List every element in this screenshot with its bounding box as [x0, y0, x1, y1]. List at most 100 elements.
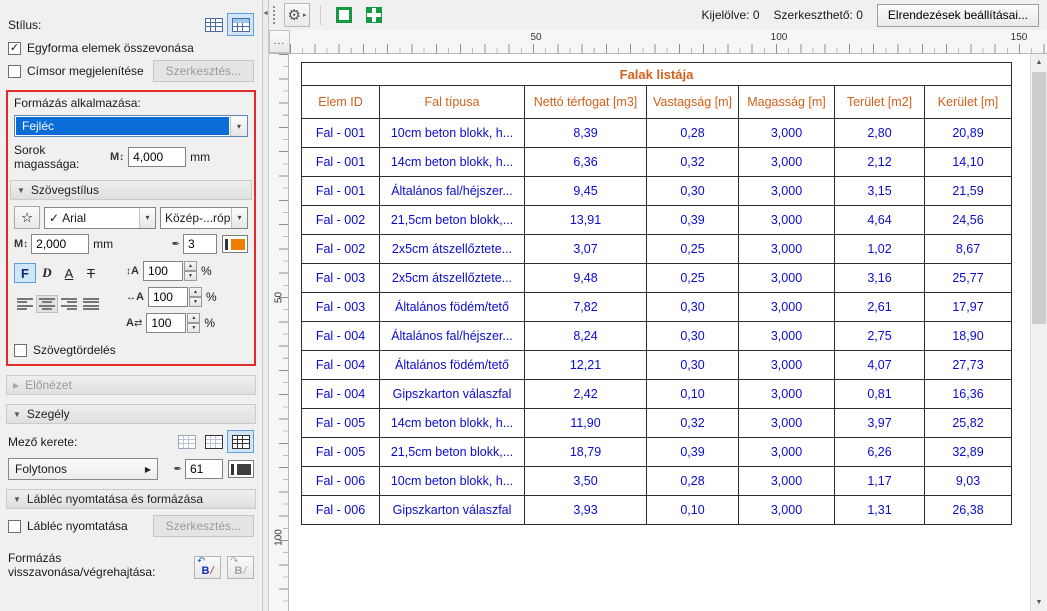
vertical-scrollbar[interactable]: ▲ ▼: [1030, 54, 1047, 611]
table-cell[interactable]: 0,30: [647, 177, 739, 206]
border-section-bar[interactable]: ▼ Szegély: [6, 404, 256, 424]
table-cell[interactable]: 25,77: [925, 264, 1012, 293]
table-cell[interactable]: 17,97: [925, 293, 1012, 322]
align-center-button[interactable]: [36, 295, 58, 313]
table-frame-tool-button[interactable]: [331, 3, 357, 27]
table-cell[interactable]: Fal - 003: [302, 264, 380, 293]
spacing-factor-stepper[interactable]: ▲▼: [187, 313, 200, 333]
table-cell[interactable]: Fal - 005: [302, 438, 380, 467]
footer-section-bar[interactable]: ▼ Lábléc nyomtatása és formázása: [6, 489, 256, 509]
table-cell[interactable]: 3,50: [525, 467, 647, 496]
table-cell[interactable]: 9,48: [525, 264, 647, 293]
table-cell[interactable]: 3,000: [739, 438, 835, 467]
chevron-down-icon[interactable]: ▾: [231, 208, 247, 228]
title-checkbox[interactable]: [8, 65, 21, 78]
table-cell[interactable]: Fal - 005: [302, 409, 380, 438]
align-left-button[interactable]: [14, 295, 36, 313]
table-cell[interactable]: 21,5cm beton blokk,...: [380, 206, 525, 235]
border-pen-input[interactable]: [185, 459, 223, 479]
table-cell[interactable]: 8,39: [525, 119, 647, 148]
spin-down-icon[interactable]: ▼: [184, 271, 197, 281]
table-cell[interactable]: 14cm beton blokk, h...: [380, 148, 525, 177]
table-cell[interactable]: 14,10: [925, 148, 1012, 177]
table-cell[interactable]: 4,64: [835, 206, 925, 235]
column-header[interactable]: Kerület [m]: [925, 86, 1012, 119]
table-cell[interactable]: Általános födém/tető: [380, 293, 525, 322]
column-header[interactable]: Nettó térfogat [m3]: [525, 86, 647, 119]
underline-button[interactable]: A: [58, 263, 80, 283]
table-cell[interactable]: 3,000: [739, 351, 835, 380]
table-cell[interactable]: 26,38: [925, 496, 1012, 525]
line-type-dropdown[interactable]: Folytonos ▶: [8, 458, 158, 480]
table-cell[interactable]: Fal - 004: [302, 322, 380, 351]
table-cell[interactable]: 3,93: [525, 496, 647, 525]
settings-dropdown-button[interactable]: ⚙ ▸: [284, 3, 310, 27]
footer-checkbox[interactable]: [8, 520, 21, 533]
textstyle-section-bar[interactable]: ▼ Szövegstílus: [10, 180, 252, 200]
table-cell[interactable]: 3,07: [525, 235, 647, 264]
table-cell[interactable]: 8,24: [525, 322, 647, 351]
table-cell[interactable]: Fal - 001: [302, 119, 380, 148]
line-spacing-stepper[interactable]: ▲▼: [184, 261, 197, 281]
table-cell[interactable]: 0,30: [647, 351, 739, 380]
table-cell[interactable]: 13,91: [525, 206, 647, 235]
table-cell[interactable]: 7,82: [525, 293, 647, 322]
column-header[interactable]: Vastagság [m]: [647, 86, 739, 119]
italic-button[interactable]: D: [36, 263, 58, 283]
table-cell[interactable]: 3,15: [835, 177, 925, 206]
table-cell[interactable]: Fal - 001: [302, 148, 380, 177]
table-cell[interactable]: 10cm beton blokk, h...: [380, 467, 525, 496]
column-header[interactable]: Terület [m2]: [835, 86, 925, 119]
table-cell[interactable]: 3,000: [739, 264, 835, 293]
merge-checkbox[interactable]: ✓: [8, 42, 21, 55]
table-cell[interactable]: 3,000: [739, 206, 835, 235]
table-cell[interactable]: 2,75: [835, 322, 925, 351]
formatting-target-select[interactable]: Fejléc ▾: [14, 115, 248, 137]
border-pen-color-swatch[interactable]: [228, 460, 254, 478]
column-header[interactable]: Magasság [m]: [739, 86, 835, 119]
table-cell[interactable]: Fal - 004: [302, 380, 380, 409]
column-header[interactable]: Elem ID: [302, 86, 380, 119]
table-cell[interactable]: 3,97: [835, 409, 925, 438]
table-cell[interactable]: Fal - 006: [302, 496, 380, 525]
table-cell[interactable]: 3,000: [739, 322, 835, 351]
table-cell[interactable]: 0,30: [647, 293, 739, 322]
scroll-down-icon[interactable]: ▼: [1031, 594, 1047, 611]
table-cell[interactable]: Fal - 003: [302, 293, 380, 322]
table-cell[interactable]: 0,39: [647, 206, 739, 235]
undo-format-button[interactable]: ↶ B /: [194, 556, 221, 579]
table-cell[interactable]: 1,17: [835, 467, 925, 496]
table-cell[interactable]: 0,30: [647, 322, 739, 351]
table-cell[interactable]: 8,67: [925, 235, 1012, 264]
table-cell[interactable]: 3,000: [739, 380, 835, 409]
align-right-button[interactable]: [58, 295, 80, 313]
table-cell[interactable]: 0,32: [647, 148, 739, 177]
table-cell[interactable]: 0,28: [647, 119, 739, 148]
table-cell[interactable]: 2,12: [835, 148, 925, 177]
table-cell[interactable]: 16,36: [925, 380, 1012, 409]
line-spacing-input[interactable]: [143, 261, 183, 281]
table-cell[interactable]: 18,90: [925, 322, 1012, 351]
table-cell[interactable]: 9,03: [925, 467, 1012, 496]
table-cell[interactable]: 0,10: [647, 496, 739, 525]
scrollbar-thumb[interactable]: [1032, 72, 1046, 324]
spin-up-icon[interactable]: ▲: [187, 313, 200, 323]
table-cell[interactable]: Fal - 002: [302, 235, 380, 264]
scroll-up-icon[interactable]: ▲: [1031, 54, 1047, 71]
border-outline-button[interactable]: [200, 430, 227, 453]
table-cell[interactable]: Gipszkarton válaszfal: [380, 380, 525, 409]
table-style-plain-button[interactable]: [200, 13, 227, 36]
table-cell[interactable]: 3,000: [739, 148, 835, 177]
table-cell[interactable]: 3,000: [739, 177, 835, 206]
chevron-down-icon[interactable]: ▾: [139, 208, 155, 228]
font-select[interactable]: ✓Arial ▾: [44, 207, 156, 229]
table-cell[interactable]: 20,89: [925, 119, 1012, 148]
favorites-button[interactable]: ☆: [14, 206, 40, 229]
table-cell[interactable]: 6,26: [835, 438, 925, 467]
spacing-factor-input[interactable]: [146, 313, 186, 333]
table-cell[interactable]: 21,59: [925, 177, 1012, 206]
table-title[interactable]: Falak listája: [302, 63, 1012, 86]
align-justify-button[interactable]: [80, 295, 102, 313]
table-cell[interactable]: 1,31: [835, 496, 925, 525]
table-cell[interactable]: Fal - 004: [302, 351, 380, 380]
